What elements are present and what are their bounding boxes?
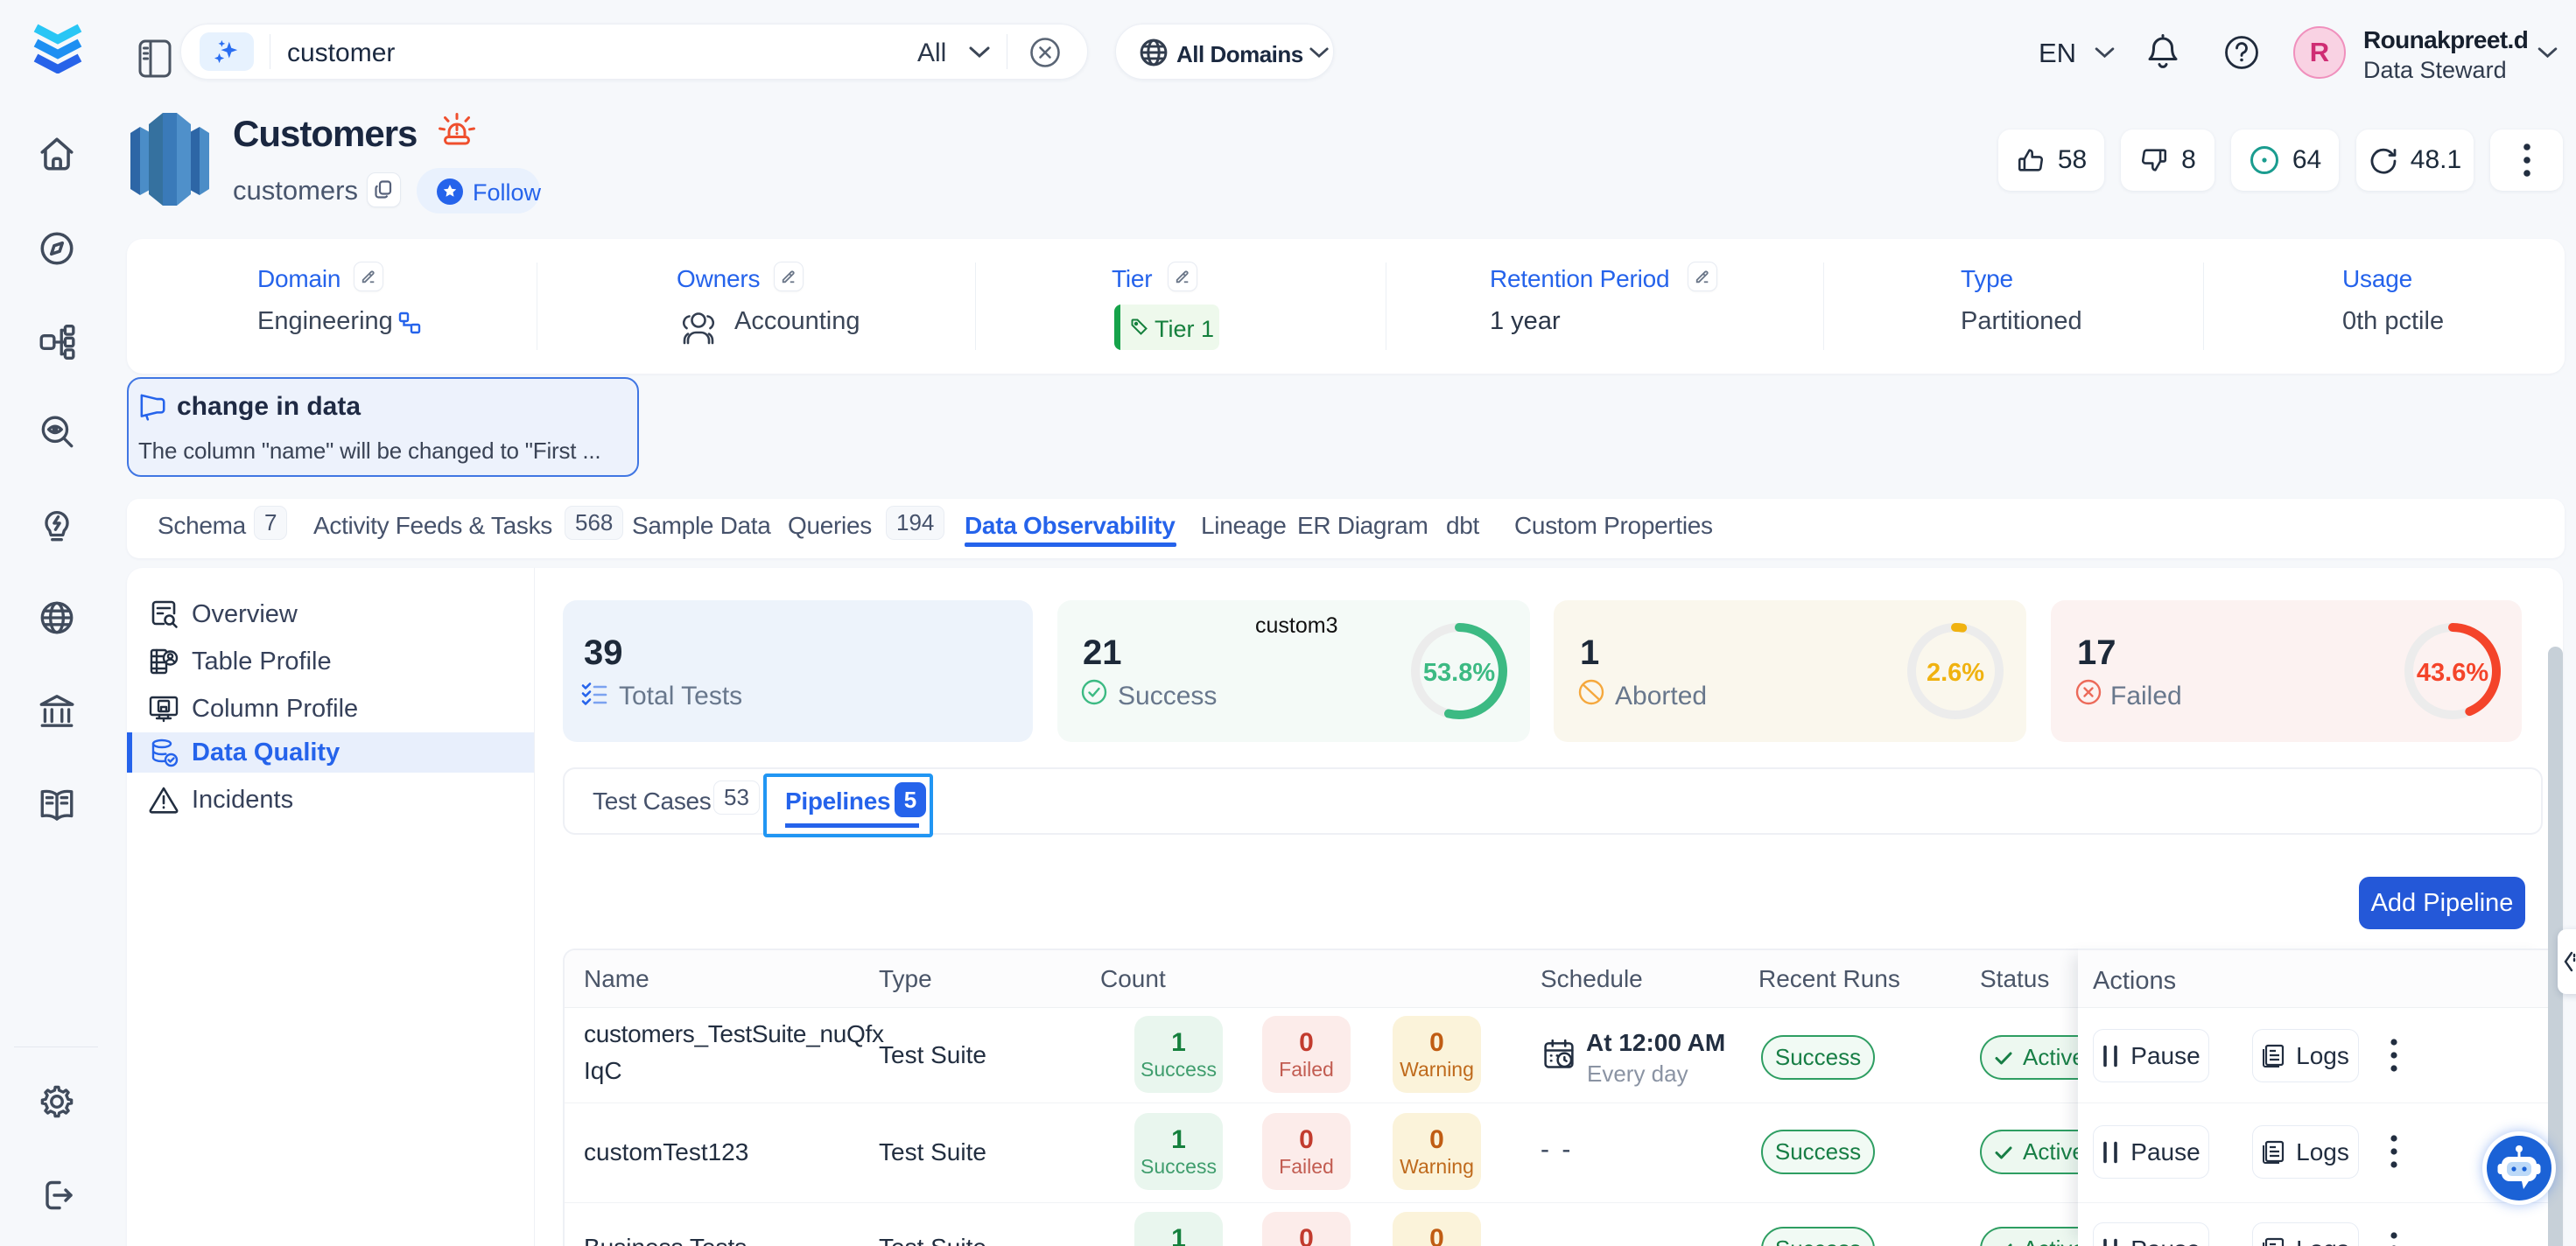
svg-text:43.6%: 43.6% xyxy=(2417,659,2488,687)
svg-text:53.8%: 53.8% xyxy=(1423,659,1495,687)
svg-text:2.6%: 2.6% xyxy=(1927,659,1984,687)
